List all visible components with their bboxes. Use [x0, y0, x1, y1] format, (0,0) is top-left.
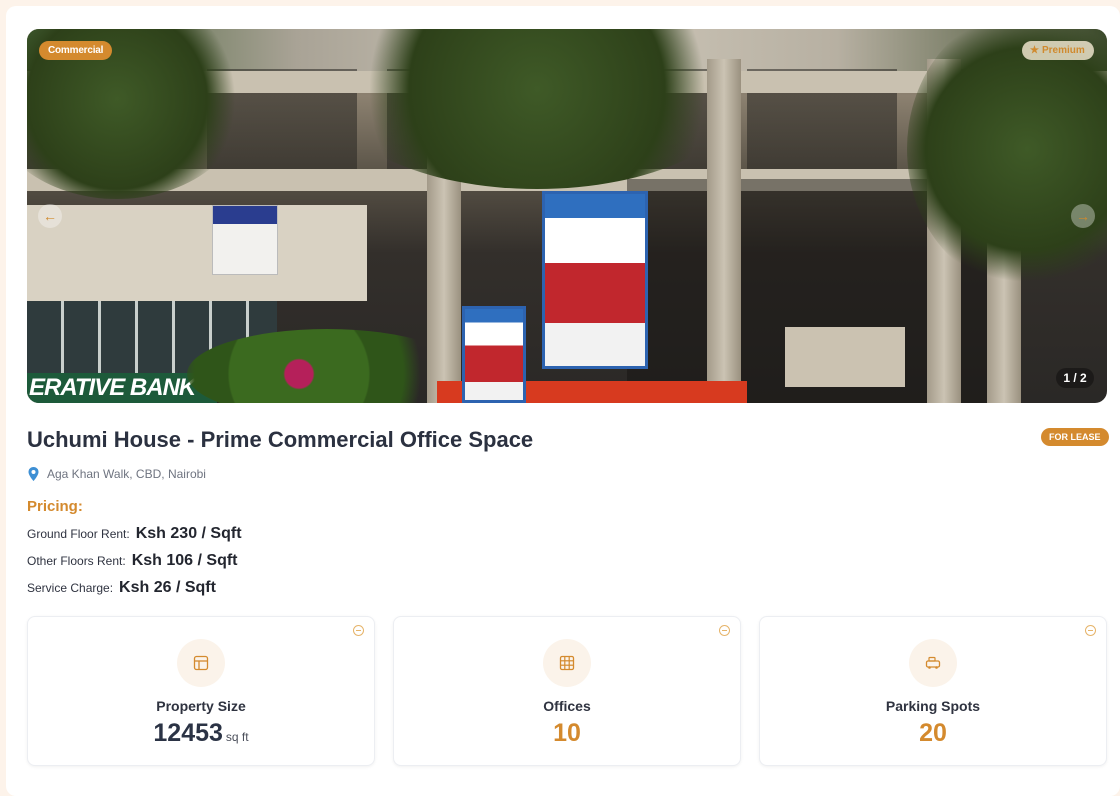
stat-card-property-size: Property Size 12453 sq ft — [27, 616, 375, 766]
photo-cinema-sign — [785, 327, 905, 387]
price-row-service-charge: Service Charge: Ksh 26 / Sqft — [27, 579, 216, 597]
parking-icon-wrap — [909, 639, 957, 687]
price-value: Ksh 106 / Sqft — [131, 552, 238, 569]
price-value: Ksh 230 / Sqft — [135, 525, 242, 542]
grid-icon — [559, 655, 575, 671]
status-badge: FOR LEASE — [1041, 428, 1109, 446]
stat-value: 10 — [553, 719, 581, 747]
info-icon[interactable] — [719, 625, 730, 636]
price-label: Other Floors Rent: — [27, 554, 126, 568]
price-label: Ground Floor Rent: — [27, 527, 130, 541]
premium-badge: ★ Premium — [1022, 41, 1094, 60]
grid-icon-wrap — [543, 639, 591, 687]
info-icon[interactable] — [353, 625, 364, 636]
image-gallery[interactable]: ERATIVE BANK — [27, 29, 1107, 403]
arrow-right-icon: → — [1076, 208, 1090, 224]
stat-value-wrap: 20 — [760, 719, 1106, 748]
price-row-other-floors: Other Floors Rent: Ksh 106 / Sqft — [27, 552, 238, 570]
stat-card-parking: Parking Spots 20 — [759, 616, 1107, 766]
stat-label: Offices — [543, 698, 591, 714]
stat-card-offices: Offices 10 — [393, 616, 741, 766]
stat-label: Parking Spots — [885, 698, 981, 714]
photo-left-wall — [27, 205, 367, 301]
price-label: Service Charge: — [27, 581, 114, 595]
image-counter: 1 / 2 — [1056, 368, 1094, 388]
info-icon[interactable] — [1085, 625, 1096, 636]
stat-unit: sq ft — [225, 730, 249, 744]
listing-title: Uchumi House - Prime Commercial Office S… — [27, 427, 534, 452]
photo-school-sign — [462, 306, 526, 403]
stat-label: Property Size — [156, 698, 246, 714]
stat-value: 12453 — [153, 719, 223, 747]
location: Aga Khan Walk, CBD, Nairobi — [27, 467, 206, 481]
category-badge: Commercial — [39, 41, 113, 60]
premium-label: Premium — [1041, 45, 1085, 56]
stat-value-wrap: 12453 sq ft — [28, 719, 374, 748]
stat-value: 20 — [919, 719, 947, 747]
layout-icon-wrap — [177, 639, 225, 687]
photo-let-sign — [212, 205, 278, 275]
price-row-ground-floor: Ground Floor Rent: Ksh 230 / Sqft — [27, 525, 242, 543]
pricing-heading: Pricing: — [27, 498, 83, 515]
prev-image-button[interactable]: ← — [38, 204, 62, 228]
location-pin-icon — [28, 467, 39, 481]
photo-college-sign — [542, 191, 648, 369]
parking-icon — [925, 656, 941, 669]
arrow-left-icon: ← — [43, 208, 57, 224]
stat-value-wrap: 10 — [394, 719, 740, 748]
star-icon: ★ — [1030, 45, 1039, 56]
price-value: Ksh 26 / Sqft — [119, 579, 216, 596]
location-text: Aga Khan Walk, CBD, Nairobi — [47, 467, 206, 481]
layout-icon — [193, 655, 209, 671]
next-image-button[interactable]: → — [1071, 204, 1095, 228]
